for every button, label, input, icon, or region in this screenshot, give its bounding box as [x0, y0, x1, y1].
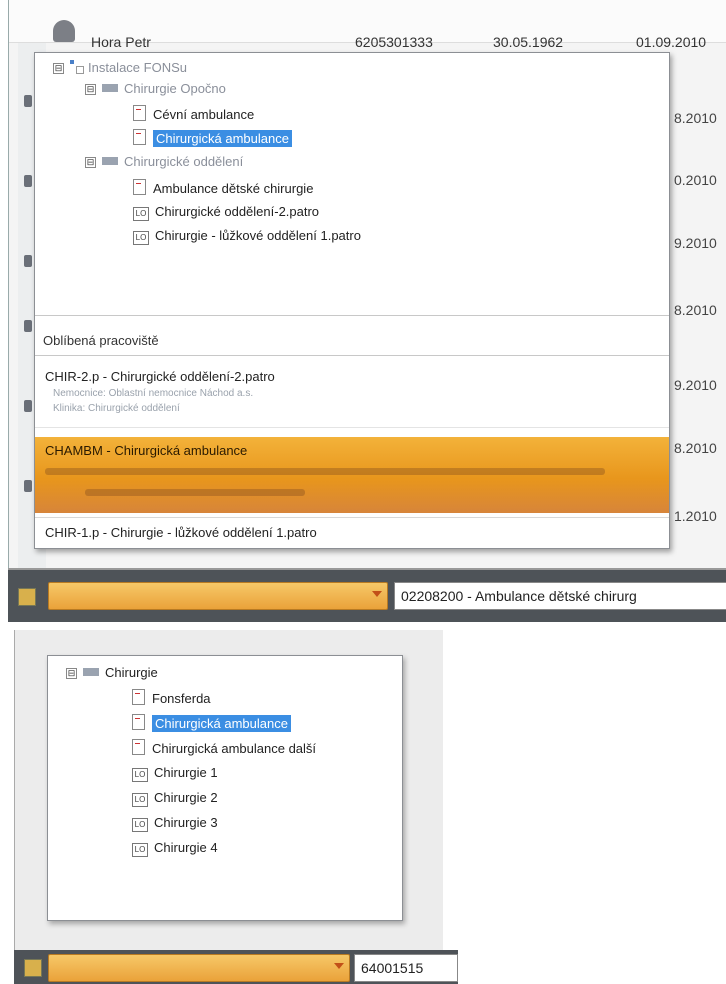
favorite-item-selected[interactable]: CHAMBM - Chirurgická ambulance	[35, 437, 669, 513]
chevron-down-icon[interactable]	[334, 963, 344, 969]
ambulance-icon	[133, 105, 146, 121]
favorite-title: CHIR-2.p - Chirurgické oddělení-2.patro	[45, 369, 275, 384]
favorite-item[interactable]: CHIR-1.p - Chirurgie - lůžkové oddělení …	[35, 517, 669, 548]
workplace-dropdown: ⊟ Instalace FONSu ⊟ Chirurgie Opočno Cévní…	[34, 52, 670, 549]
blurred-detail	[45, 468, 605, 475]
ambulance-icon	[132, 689, 145, 705]
tree-item-selected[interactable]: Chirurgická ambulance	[132, 714, 291, 733]
workplace-combo[interactable]	[48, 954, 350, 982]
tree-item[interactable]: LO Chirurgie 1	[132, 764, 218, 782]
ambulance-icon	[132, 714, 145, 730]
collapse-icon[interactable]: ⊟	[85, 157, 96, 168]
tree-item[interactable]: Fonsferda	[132, 689, 211, 708]
ambulance-icon	[132, 739, 145, 755]
favorite-title: CHIR-1.p - Chirurgie - lůžkové oddělení …	[45, 525, 317, 540]
tree-root[interactable]: ⊟ Chirurgie	[66, 664, 158, 682]
status-bar: 02208200 - Ambulance dětské chirurg	[8, 568, 726, 622]
blurred-detail	[85, 489, 305, 496]
tree-root[interactable]: ⊟ Instalace FONSu	[53, 59, 187, 77]
tree-item[interactable]: Chirurgická ambulance další	[132, 739, 316, 758]
ambulance-icon	[133, 129, 146, 145]
collapse-icon[interactable]: ⊟	[66, 668, 77, 679]
tree-item[interactable]: LO Chirurgie 2	[132, 789, 218, 807]
tree-item[interactable]: LO Chirurgické oddělení-2.patro	[133, 203, 319, 221]
chevron-down-icon[interactable]	[372, 591, 382, 597]
building-icon	[102, 84, 118, 92]
app-icon[interactable]	[18, 588, 36, 606]
row-date: 8.2010	[674, 110, 717, 126]
person-icon	[53, 20, 75, 42]
collapse-icon[interactable]: ⊟	[85, 84, 96, 95]
status-bar-2: 64001515	[14, 950, 458, 984]
favorite-clinic: Klinika: Chirurgické oddělení	[53, 403, 180, 414]
patient-row[interactable]: Hora Petr 6205301333 30.05.1962 01.09.20…	[9, 0, 726, 50]
row-date: 9.2010	[674, 235, 717, 251]
building-icon	[102, 157, 118, 165]
tree-group[interactable]: ⊟ Chirurgické oddělení	[85, 153, 243, 171]
ward-icon: LO	[132, 843, 148, 857]
patient-name: Hora Petr	[91, 34, 151, 50]
workplace-tree: ⊟ Instalace FONSu ⊟ Chirurgie Opočno Cévní…	[35, 53, 669, 316]
tree-item[interactable]: LO Chirurgie 3	[132, 814, 218, 832]
tree-item[interactable]: LO Chirurgie 4	[132, 839, 218, 857]
row-date: 8.2010	[674, 440, 717, 456]
row-date: 8.2010	[674, 302, 717, 318]
row-date: 9.2010	[674, 377, 717, 393]
ward-icon: LO	[132, 768, 148, 782]
row-date: 1.2010	[674, 508, 717, 524]
tree-item[interactable]: Ambulance dětské chirurgie	[133, 179, 313, 198]
ward-icon: LO	[132, 818, 148, 832]
workplace-combo[interactable]	[48, 582, 388, 610]
ward-icon: LO	[133, 231, 149, 245]
favorite-hospital: Nemocnice: Oblastní nemocnice Náchod a.s…	[53, 388, 254, 399]
patient-id: 6205301333	[355, 34, 433, 50]
favorite-item[interactable]: CHIR-2.p - Chirurgické oddělení-2.patro …	[35, 363, 669, 428]
tree-item-selected[interactable]: Chirurgická ambulance	[133, 129, 292, 148]
building-icon	[83, 668, 99, 676]
ambulance-icon	[133, 179, 146, 195]
workplace-dropdown-2: ⊟ Chirurgie Fonsferda Chirurgická ambulan…	[47, 655, 403, 921]
tree-group[interactable]: ⊟ Chirurgie Opočno	[85, 80, 226, 98]
ward-icon: LO	[133, 207, 149, 221]
app-icon[interactable]	[24, 959, 42, 977]
favorites-header: Oblíbená pracoviště	[35, 327, 669, 356]
tree-item[interactable]: LO Chirurgie - lůžkové oddělení 1.patro	[133, 227, 361, 245]
patient-date: 01.09.2010	[636, 34, 707, 50]
favorite-title: CHAMBM - Chirurgická ambulance	[45, 443, 248, 458]
row-date: 0.2010	[674, 172, 717, 188]
network-icon	[70, 60, 84, 74]
ward-icon: LO	[132, 793, 148, 807]
tree-item[interactable]: Cévní ambulance	[133, 105, 254, 124]
workplace-field[interactable]: 64001515	[354, 954, 458, 982]
workplace-field[interactable]: 02208200 - Ambulance dětské chirurg	[394, 582, 726, 610]
patient-birth-date: 30.05.1962	[493, 34, 564, 50]
collapse-icon[interactable]: ⊟	[53, 63, 64, 74]
